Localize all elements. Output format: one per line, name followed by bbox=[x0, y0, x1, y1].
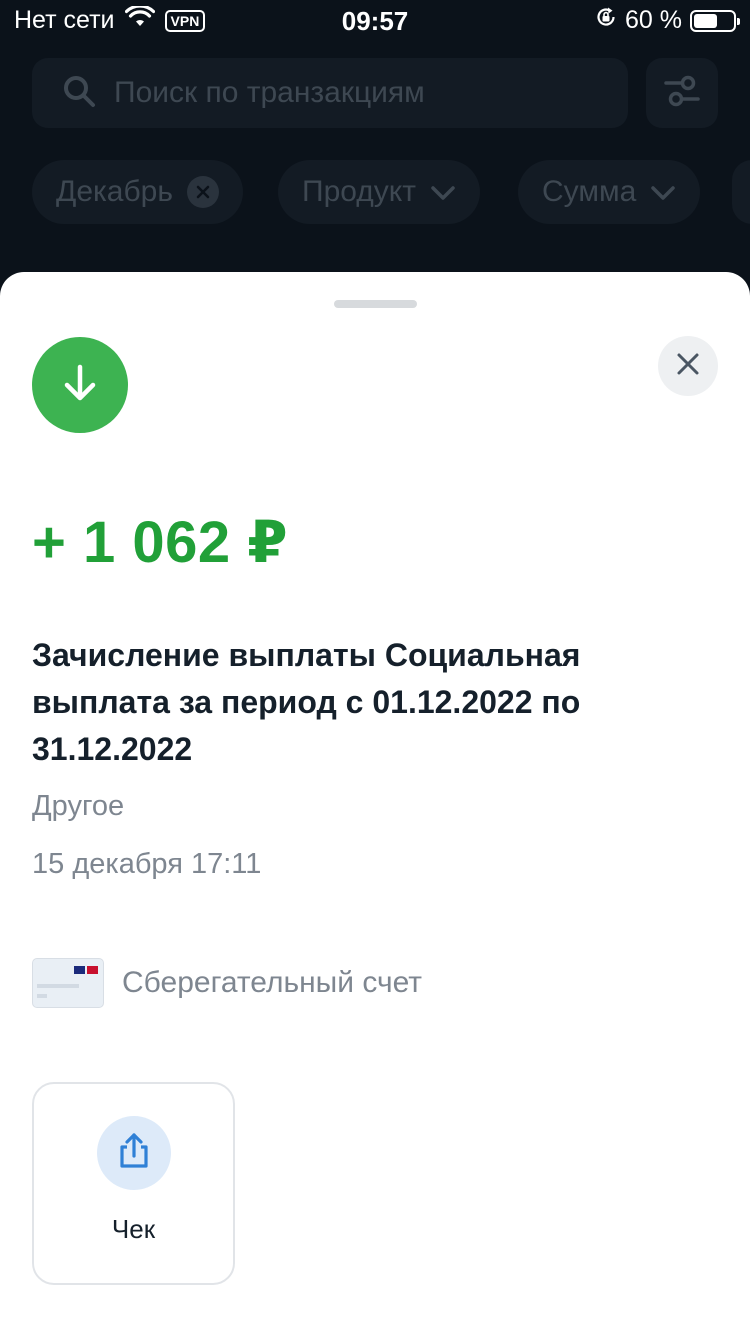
filter-button[interactable] bbox=[646, 58, 718, 128]
search-input[interactable]: Поиск по транзакциям bbox=[32, 58, 628, 128]
chip-month-label: Декабрь bbox=[56, 175, 173, 208]
share-icon-circle bbox=[96, 1116, 171, 1190]
status-bar: Нет сети VPN 09:57 60 % bbox=[0, 0, 750, 40]
chip-product[interactable]: Продукт bbox=[278, 160, 480, 224]
receipt-label: Чек bbox=[111, 1214, 156, 1244]
chip-amount-label: Сумма bbox=[542, 175, 637, 208]
background-screen: Нет сети VPN 09:57 60 % Поиск по транзак… bbox=[0, 0, 750, 300]
sliders-icon bbox=[663, 72, 701, 115]
transaction-sheet: + 1 062 ₽ Зачисление выплаты Социальная … bbox=[0, 272, 750, 1334]
transaction-category: Другое bbox=[32, 790, 125, 822]
chevron-down-icon bbox=[650, 175, 676, 209]
chip-clear-icon[interactable] bbox=[186, 176, 219, 208]
close-icon bbox=[676, 352, 700, 381]
chip-month[interactable]: Декабрь bbox=[32, 160, 243, 224]
arrow-down-icon bbox=[60, 363, 100, 408]
transaction-description: Зачисление выплаты Социальная выплата за… bbox=[32, 637, 581, 767]
chip-product-label: Продукт bbox=[302, 175, 416, 208]
chevron-down-icon bbox=[430, 175, 456, 209]
card-icon bbox=[32, 958, 104, 1008]
chip-more[interactable] bbox=[732, 160, 750, 224]
search-placeholder: Поиск по транзакциям bbox=[114, 76, 425, 109]
battery-icon bbox=[690, 9, 740, 32]
transaction-datetime: 15 декабря 17:11 bbox=[32, 848, 262, 880]
battery-percent: 60 % bbox=[625, 6, 682, 34]
account-row[interactable]: Сберегательный счет bbox=[32, 958, 422, 1008]
status-right: 60 % bbox=[595, 6, 740, 35]
orientation-lock-icon bbox=[595, 6, 617, 35]
transaction-amount: + 1 062 ₽ bbox=[32, 510, 289, 575]
battery-fill bbox=[694, 13, 717, 28]
sheet-grabber[interactable] bbox=[334, 300, 417, 308]
receipt-button[interactable]: Чек bbox=[32, 1082, 235, 1285]
share-icon bbox=[115, 1132, 153, 1175]
account-name: Сберегательный счет bbox=[122, 966, 423, 999]
chip-amount[interactable]: Сумма bbox=[518, 160, 701, 224]
income-icon bbox=[32, 337, 128, 433]
search-icon bbox=[62, 74, 96, 113]
close-button[interactable] bbox=[658, 336, 718, 396]
